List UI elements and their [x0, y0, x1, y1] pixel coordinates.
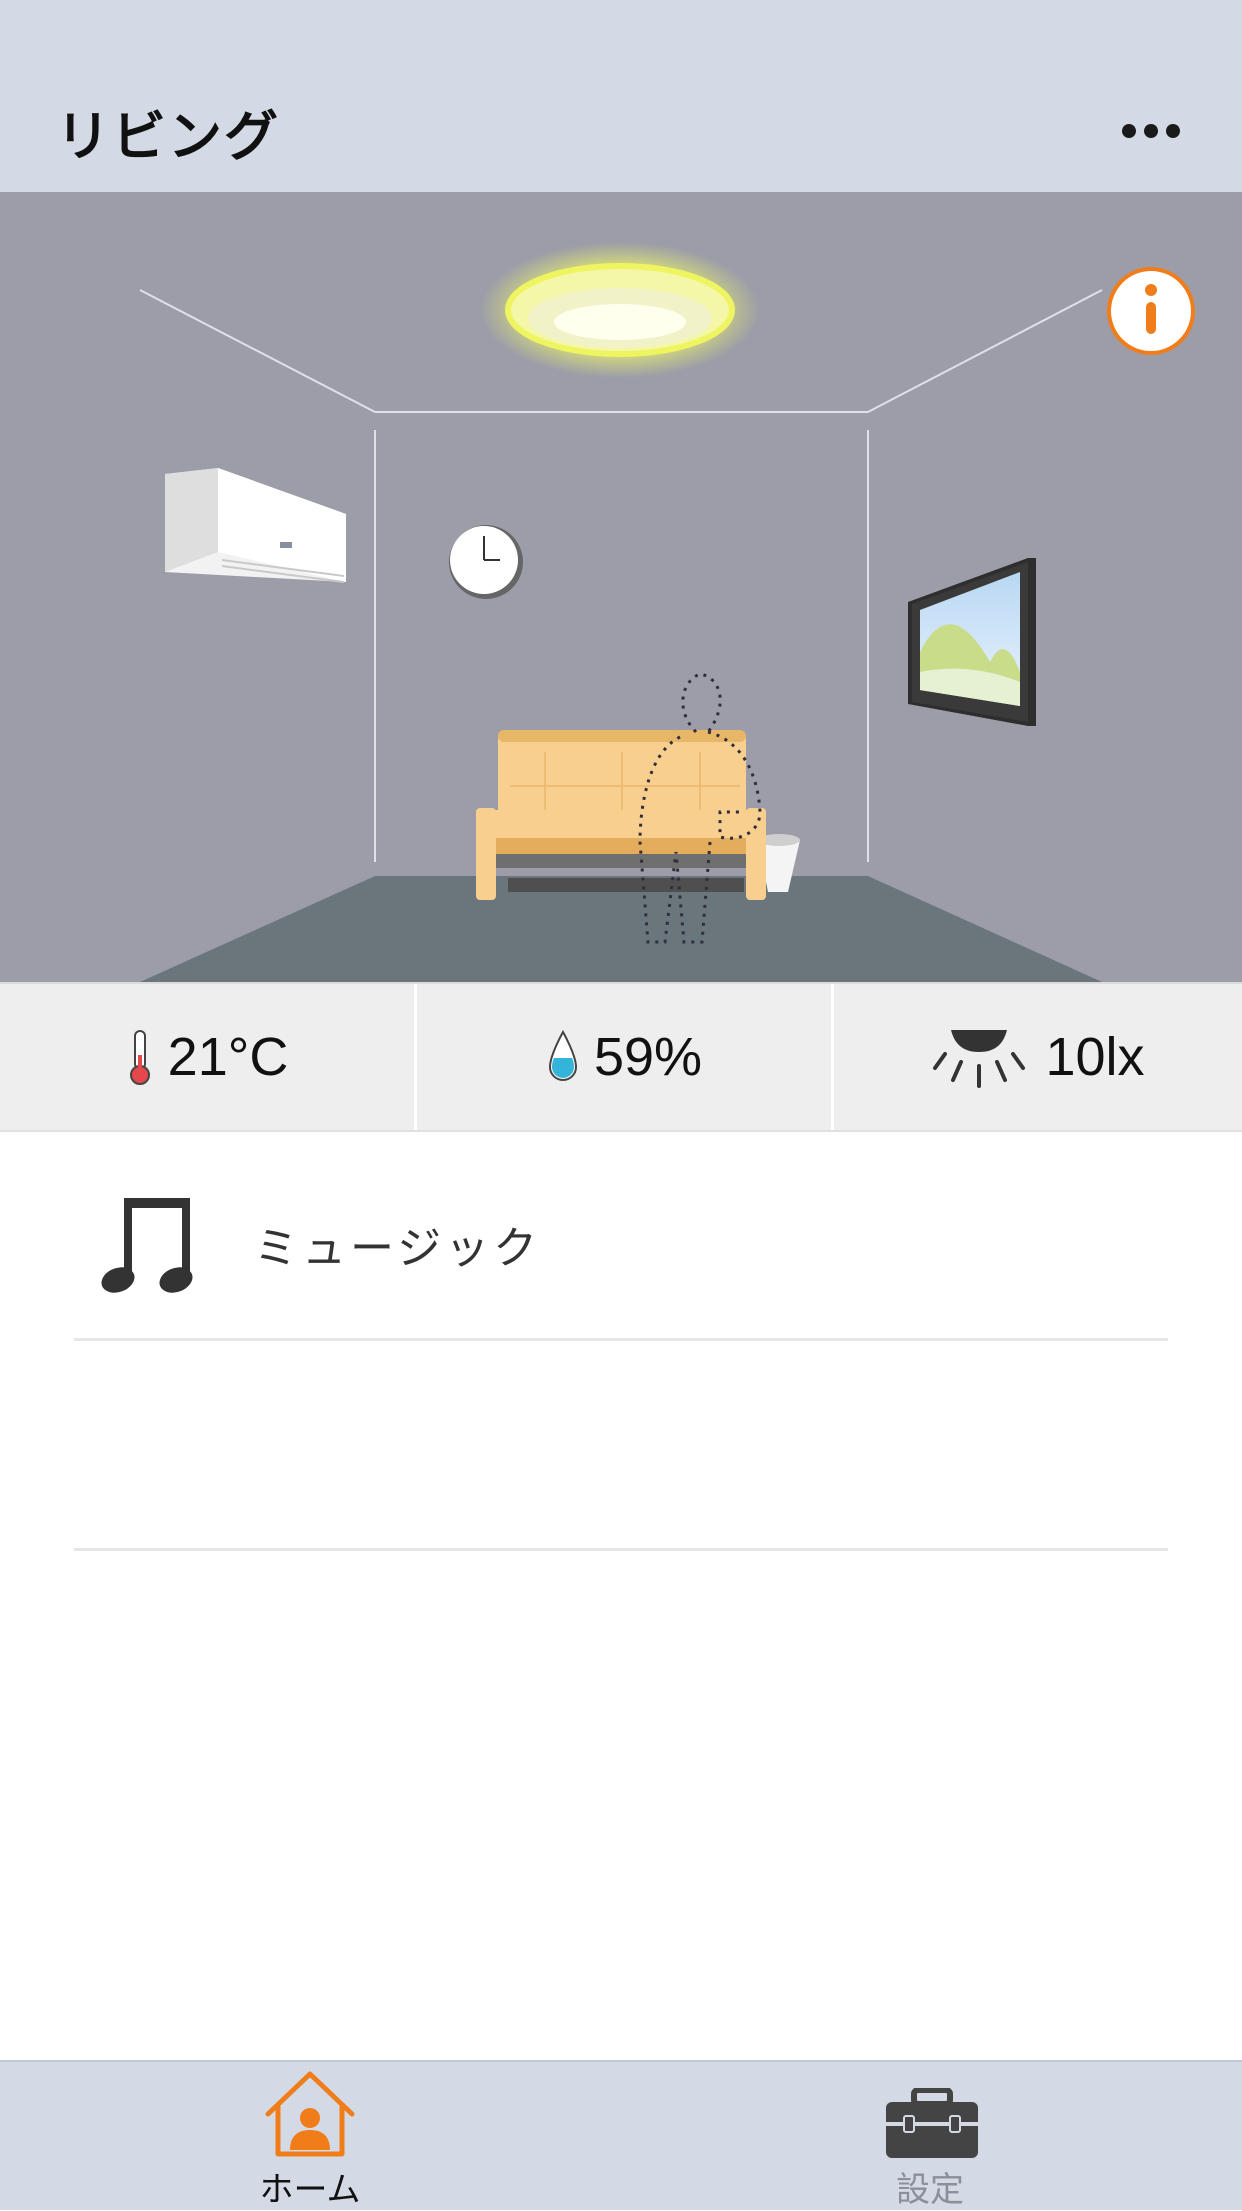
- home-person-icon: [265, 2071, 355, 2157]
- music-label: ミュージック: [254, 1223, 542, 1274]
- ceiling-light-icon[interactable]: [480, 242, 760, 378]
- tab-home[interactable]: ホーム: [150, 2062, 470, 2210]
- temperature-value: 21°C: [167, 1027, 289, 1087]
- music-list-item[interactable]: ミュージック: [74, 1130, 1168, 1338]
- water-drop-icon: [548, 1029, 577, 1081]
- more-menu-button[interactable]: [1106, 100, 1186, 160]
- toolbox-icon: [886, 2088, 978, 2158]
- thermometer-icon: [129, 1030, 150, 1085]
- page-title: リビング: [56, 105, 280, 168]
- more-dot-icon: [1122, 124, 1136, 138]
- illuminance-value: 10lx: [1045, 1027, 1145, 1087]
- app-header: リビング: [0, 0, 1242, 192]
- ceiling-lamp-icon: [933, 1030, 1026, 1088]
- tab-settings-label: 設定: [896, 2170, 964, 2210]
- more-dot-icon: [1166, 124, 1180, 138]
- bottom-tab-bar: ホーム 設定: [0, 2060, 1242, 2210]
- info-button[interactable]: [1107, 267, 1195, 355]
- more-dot-icon: [1144, 124, 1158, 138]
- humidity-stat: 59%: [417, 984, 831, 1130]
- room-scene: [0, 192, 1242, 982]
- wall-clock-icon[interactable]: [449, 525, 523, 599]
- temperature-stat: 21°C: [0, 984, 414, 1130]
- illuminance-stat: 10lx: [834, 984, 1242, 1130]
- music-note-icon: [101, 1198, 193, 1293]
- empty-list-item: [74, 1341, 1168, 1549]
- sensor-stats-bar: 21°C 59% 10lx: [0, 982, 1242, 1132]
- humidity-value: 59%: [593, 1027, 703, 1087]
- list-divider: [74, 1548, 1168, 1551]
- tab-settings[interactable]: 設定: [770, 2062, 1090, 2210]
- tab-home-label: ホーム: [259, 2170, 361, 2210]
